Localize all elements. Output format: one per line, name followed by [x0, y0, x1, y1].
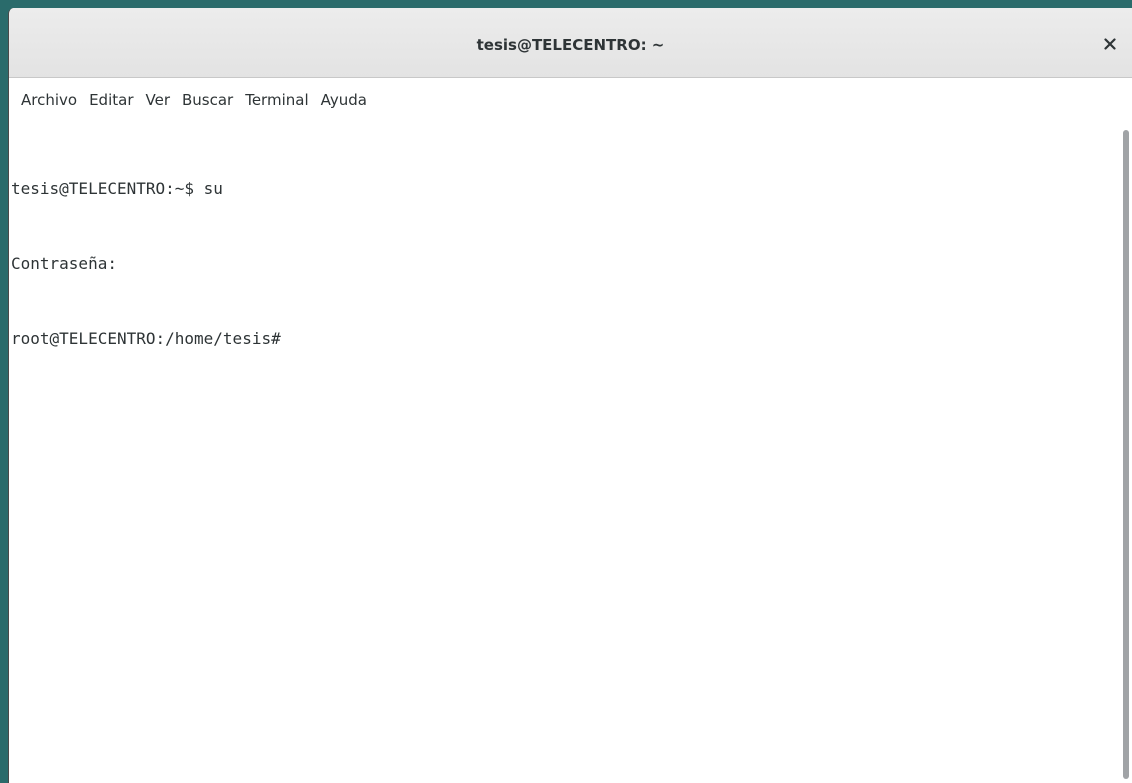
vertical-scrollbar[interactable] — [1118, 126, 1132, 783]
title-bar[interactable]: tesis@TELECENTRO: ~ — [9, 8, 1132, 78]
menu-buscar[interactable]: Buscar — [176, 87, 239, 113]
terminal-window: tesis@TELECENTRO: ~ Archivo Editar Ver B… — [8, 8, 1132, 783]
menu-terminal[interactable]: Terminal — [239, 87, 314, 113]
menu-bar: Archivo Editar Ver Buscar Terminal Ayuda — [9, 80, 373, 120]
menu-archivo[interactable]: Archivo — [21, 87, 83, 113]
close-icon — [1104, 35, 1116, 54]
scrollbar-thumb[interactable] — [1123, 130, 1129, 779]
terminal-line: Contraseña: — [11, 254, 117, 273]
terminal-line: tesis@TELECENTRO:~$ su — [11, 179, 223, 198]
terminal-line: root@TELECENTRO:/home/tesis# — [11, 329, 281, 348]
menu-editar[interactable]: Editar — [83, 87, 139, 113]
window-title: tesis@TELECENTRO: ~ — [476, 36, 665, 54]
menu-ayuda[interactable]: Ayuda — [315, 87, 373, 113]
close-button[interactable] — [1098, 32, 1122, 56]
terminal-output[interactable]: tesis@TELECENTRO:~$ su Contraseña: root@… — [9, 126, 1118, 783]
menu-ver[interactable]: Ver — [140, 87, 177, 113]
